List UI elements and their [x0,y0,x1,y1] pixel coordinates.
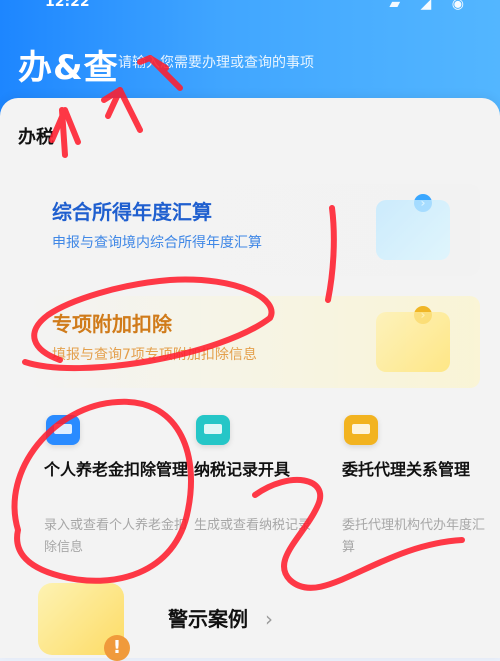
tile-title: 个人养老金扣除管理 [44,460,189,479]
illustration-icon [376,312,450,372]
search-input[interactable]: 请输入您需要办理或查询的事项 [118,52,314,72]
tile-pension-deduction[interactable]: 个人养老金扣除管理 录入或查看个人养老金扣除信息 [36,405,196,575]
feature-description: 填报与查询7项专项附加扣除信息 [52,347,257,363]
feature-title: 专项附加扣除 [52,312,172,336]
receipt-icon [196,415,230,445]
tile-description: 生成或查看纳税记录 [194,518,312,533]
handshake-icon [344,415,378,445]
tile-description: 委托代理机构代办年度汇算 [342,518,486,555]
status-bar: 12:22 ▰ ◢ ◉ [0,0,500,18]
warning-label: 警示案例 [168,607,248,631]
tile-agent-relationship[interactable]: 委托代理关系管理 委托代理机构代办年度汇算 [334,405,494,575]
tile-description: 录入或查看个人养老金扣除信息 [44,518,188,555]
chevron-right-icon: › [264,607,273,631]
page-title: 办&查 [18,48,119,88]
status-icons: ▰ ◢ ◉ [389,0,472,12]
main-card: 办税 综合所得年度汇算 申报与查询境内综合所得年度汇算 › 专项附加扣除 填报与… [0,98,500,661]
card-icon [46,415,80,445]
illustration-icon [376,200,450,260]
feature-special-deduction[interactable]: 专项附加扣除 填报与查询7项专项附加扣除信息 › [30,296,480,388]
feature-description: 申报与查询境内综合所得年度汇算 [52,235,262,251]
feature-annual-settlement[interactable]: 综合所得年度汇算 申报与查询境内综合所得年度汇算 › [30,184,480,276]
feature-title: 综合所得年度汇算 [52,200,212,224]
tile-tax-record[interactable]: 纳税记录开具 生成或查看纳税记录 [186,405,346,575]
tile-title: 纳税记录开具 [194,460,291,479]
warning-illustration-icon [38,583,130,661]
status-time: 12:22 [45,0,90,10]
warning-cases-link[interactable]: 警示案例 › [168,603,273,632]
section-title: 办税 [18,127,54,148]
tile-title: 委托代理关系管理 [342,460,471,479]
service-grid: 个人养老金扣除管理 录入或查看个人养老金扣除信息 纳税记录开具 生成或查看纳税记… [0,405,500,575]
